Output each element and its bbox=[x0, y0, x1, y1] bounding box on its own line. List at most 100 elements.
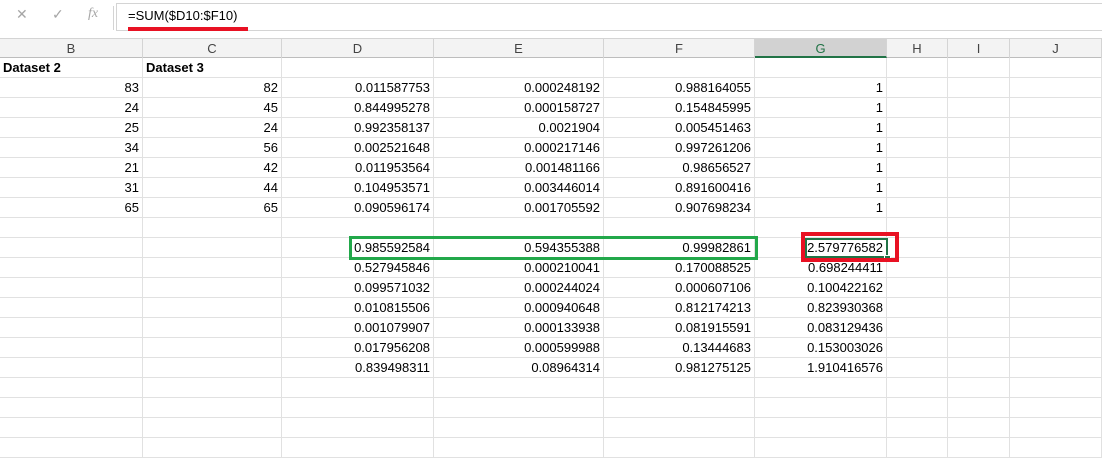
cell-i[interactable] bbox=[948, 358, 1010, 378]
cell-h[interactable] bbox=[887, 178, 948, 198]
cell-b[interactable]: 24 bbox=[0, 98, 143, 118]
cell-j[interactable] bbox=[1010, 298, 1102, 318]
cell-f[interactable]: 0.891600416 bbox=[604, 178, 755, 198]
column-header-e[interactable]: E bbox=[434, 39, 604, 58]
cancel-icon[interactable]: ✕ bbox=[16, 6, 28, 23]
cell-d[interactable]: 0.002521648 bbox=[282, 138, 434, 158]
cell-i[interactable] bbox=[948, 178, 1010, 198]
enter-icon[interactable]: ✓ bbox=[52, 6, 64, 23]
cell-c[interactable] bbox=[143, 258, 282, 278]
cell-f[interactable]: 0.812174213 bbox=[604, 298, 755, 318]
cell-c[interactable] bbox=[143, 318, 282, 338]
cell-h[interactable] bbox=[887, 58, 948, 78]
cell-d[interactable]: 0.090596174 bbox=[282, 198, 434, 218]
cell-g[interactable] bbox=[755, 438, 887, 458]
cell-c[interactable]: 44 bbox=[143, 178, 282, 198]
cell-f[interactable]: 0.98656527 bbox=[604, 158, 755, 178]
cell-b[interactable]: 65 bbox=[0, 198, 143, 218]
cell-d[interactable] bbox=[282, 438, 434, 458]
cell-g[interactable]: 1 bbox=[755, 98, 887, 118]
cell-j[interactable] bbox=[1010, 238, 1102, 258]
cell-e[interactable]: 0.001705592 bbox=[434, 198, 604, 218]
cell-c[interactable]: Dataset 3 bbox=[143, 58, 282, 78]
cell-h[interactable] bbox=[887, 158, 948, 178]
cell-d[interactable] bbox=[282, 398, 434, 418]
cell-g[interactable]: 0.100422162 bbox=[755, 278, 887, 298]
cell-g[interactable]: 1 bbox=[755, 78, 887, 98]
cell-h[interactable] bbox=[887, 358, 948, 378]
column-header-j[interactable]: J bbox=[1010, 39, 1102, 58]
cell-e[interactable] bbox=[434, 218, 604, 238]
cell-d[interactable]: 0.104953571 bbox=[282, 178, 434, 198]
cell-g[interactable] bbox=[755, 418, 887, 438]
cell-f[interactable]: 0.997261206 bbox=[604, 138, 755, 158]
cell-j[interactable] bbox=[1010, 178, 1102, 198]
cell-d[interactable]: 0.527945846 bbox=[282, 258, 434, 278]
cell-i[interactable] bbox=[948, 318, 1010, 338]
cell-c[interactable] bbox=[143, 438, 282, 458]
column-header-g[interactable]: G bbox=[755, 39, 887, 58]
cell-i[interactable] bbox=[948, 58, 1010, 78]
column-header-d[interactable]: D bbox=[282, 39, 434, 58]
cell-b[interactable] bbox=[0, 338, 143, 358]
cell-b[interactable] bbox=[0, 418, 143, 438]
cell-d[interactable]: 0.017956208 bbox=[282, 338, 434, 358]
cell-g[interactable]: 0.153003026 bbox=[755, 338, 887, 358]
cell-c[interactable] bbox=[143, 418, 282, 438]
cell-j[interactable] bbox=[1010, 118, 1102, 138]
cell-j[interactable] bbox=[1010, 278, 1102, 298]
cell-e[interactable]: 0.000217146 bbox=[434, 138, 604, 158]
cell-f[interactable]: 0.005451463 bbox=[604, 118, 755, 138]
cell-j[interactable] bbox=[1010, 398, 1102, 418]
cell-i[interactable] bbox=[948, 418, 1010, 438]
cell-j[interactable] bbox=[1010, 418, 1102, 438]
cell-i[interactable] bbox=[948, 278, 1010, 298]
cell-f[interactable]: 0.170088525 bbox=[604, 258, 755, 278]
cell-b[interactable] bbox=[0, 238, 143, 258]
cell-d[interactable] bbox=[282, 218, 434, 238]
cell-i[interactable] bbox=[948, 298, 1010, 318]
insert-function-icon[interactable]: fx bbox=[88, 6, 98, 22]
cell-b[interactable] bbox=[0, 318, 143, 338]
cell-i[interactable] bbox=[948, 238, 1010, 258]
cell-i[interactable] bbox=[948, 198, 1010, 218]
cell-d[interactable]: 0.011587753 bbox=[282, 78, 434, 98]
cell-c[interactable]: 45 bbox=[143, 98, 282, 118]
cell-f[interactable]: 0.907698234 bbox=[604, 198, 755, 218]
cell-b[interactable] bbox=[0, 218, 143, 238]
cell-c[interactable]: 56 bbox=[143, 138, 282, 158]
cell-e[interactable]: 0.08964314 bbox=[434, 358, 604, 378]
cell-g[interactable] bbox=[755, 378, 887, 398]
cell-f[interactable] bbox=[604, 398, 755, 418]
cell-h[interactable] bbox=[887, 338, 948, 358]
cell-j[interactable] bbox=[1010, 98, 1102, 118]
cell-h[interactable] bbox=[887, 378, 948, 398]
formula-text[interactable]: =SUM($D10:$F10) bbox=[128, 8, 237, 23]
cell-e[interactable]: 0.0021904 bbox=[434, 118, 604, 138]
cell-e[interactable] bbox=[434, 58, 604, 78]
cell-b[interactable] bbox=[0, 378, 143, 398]
column-header-h[interactable]: H bbox=[887, 39, 948, 58]
cell-h[interactable] bbox=[887, 278, 948, 298]
cell-e[interactable]: 0.003446014 bbox=[434, 178, 604, 198]
cell-j[interactable] bbox=[1010, 258, 1102, 278]
formula-input[interactable] bbox=[116, 3, 1102, 31]
cell-c[interactable] bbox=[143, 378, 282, 398]
cell-i[interactable] bbox=[948, 118, 1010, 138]
cell-j[interactable] bbox=[1010, 318, 1102, 338]
cell-f[interactable]: 0.000607106 bbox=[604, 278, 755, 298]
cell-f[interactable] bbox=[604, 418, 755, 438]
cell-j[interactable] bbox=[1010, 338, 1102, 358]
cell-g[interactable] bbox=[755, 58, 887, 78]
cell-d[interactable]: 0.011953564 bbox=[282, 158, 434, 178]
cell-c[interactable] bbox=[143, 298, 282, 318]
cell-e[interactable] bbox=[434, 418, 604, 438]
cell-b[interactable] bbox=[0, 358, 143, 378]
cell-e[interactable]: 0.000210041 bbox=[434, 258, 604, 278]
cell-j[interactable] bbox=[1010, 438, 1102, 458]
cell-h[interactable] bbox=[887, 438, 948, 458]
cell-g[interactable]: 1 bbox=[755, 198, 887, 218]
cell-b[interactable] bbox=[0, 258, 143, 278]
cell-d[interactable]: 0.099571032 bbox=[282, 278, 434, 298]
cell-i[interactable] bbox=[948, 218, 1010, 238]
